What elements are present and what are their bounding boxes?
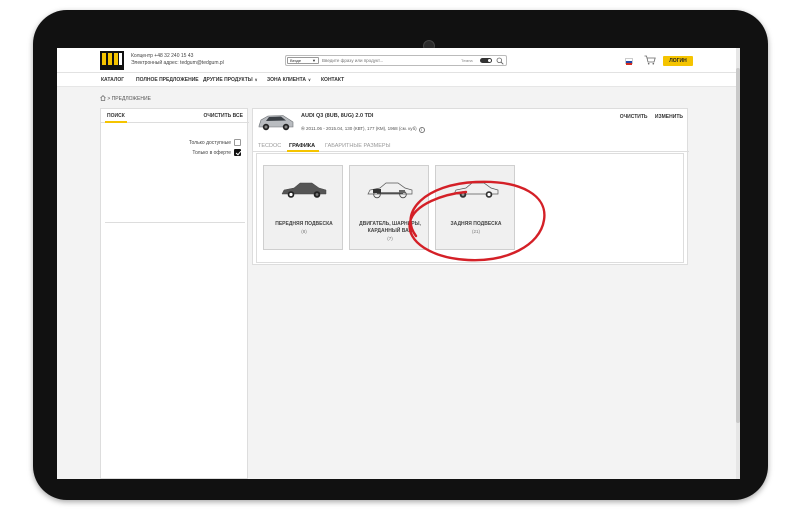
search-icon[interactable] <box>496 57 504 65</box>
category-label: ЗАДНЯЯ ПОДВЕСКА <box>450 221 502 227</box>
category-label-line: ДВИГАТЕЛЬ, ШАРНИРЫ, <box>359 221 421 227</box>
nav-item-contact[interactable]: КОНТАКТ <box>321 77 344 83</box>
category-count: (8) <box>301 229 307 234</box>
clear-all-button[interactable]: ОЧИСТИТЬ ВСЕ <box>203 113 243 119</box>
sidebar-header: ПОИСК ОЧИСТИТЬ ВСЕ <box>101 109 249 123</box>
toggle-label: Темна <box>461 58 473 63</box>
vehicle-specs-text: ✇ 2011.06 - 2015.04, 130 (КВТ), 177 (КМ)… <box>301 126 417 131</box>
chevron-down-icon: ▼ <box>312 58 316 63</box>
tab-dimensions[interactable]: ГАБАРИТНЫЕ РАЗМЕРЫ <box>325 143 390 149</box>
category-count: (21) <box>471 229 480 234</box>
vehicle-title: AUDI Q3 (8UB, 8UG) 2.0 TDI <box>301 113 374 119</box>
checkbox-checked[interactable] <box>234 149 241 156</box>
tab-tecdoc[interactable]: TECDOC <box>258 143 281 149</box>
nav-item-label: КАТАЛОГ <box>101 77 125 83</box>
top-header: Колцентр +48 32 240 15 43 Электронный ад… <box>57 48 740 73</box>
contact-info: Колцентр +48 32 240 15 43 Электронный ад… <box>131 53 224 67</box>
chevron-down-icon: ∨ <box>254 77 258 82</box>
nav-item-client-zone[interactable]: ЗОНА КЛИЕНТА ∨ <box>267 77 311 83</box>
page-scrollbar[interactable] <box>736 48 740 479</box>
sidebar-title[interactable]: ПОИСК <box>107 113 125 119</box>
search-mode-toggle[interactable] <box>480 58 492 63</box>
nav-item-other-products[interactable]: ДРУГИЕ ПРОДУКТЫ ∨ <box>203 77 258 83</box>
search-input[interactable] <box>322 57 442 64</box>
filter-label: Только в оферте <box>192 150 231 156</box>
breadcrumb-separator: > <box>107 96 111 102</box>
nav-item-label: ЗОНА КЛИЕНТА <box>267 77 307 83</box>
vehicle-tabs: TECDOC ГРАФИКА ГАБАРИТНЫЕ РАЗМЕРЫ <box>253 138 689 152</box>
contact-email[interactable]: Электронный адрес: tedgum@tedgum.pl <box>131 60 224 67</box>
breadcrumb: > ПРЕДЛОЖЕНИЕ <box>100 95 151 102</box>
vehicle-specs: ✇ 2011.06 - 2015.04, 130 (КВТ), 177 (КМ)… <box>301 126 425 133</box>
search-scope-select[interactable]: Везде ▼ <box>287 57 319 64</box>
filter-label: Только доступные <box>188 140 231 146</box>
category-label: ДВИГАТЕЛЬ, ШАРНИРЫ, КАРДАННЫЙ ВАЛ <box>350 221 430 235</box>
clear-vehicle-button[interactable]: ОЧИСТИТЬ <box>620 114 648 120</box>
car-silhouette-icon <box>281 182 327 198</box>
category-label-line: КАРДАННЫЙ ВАЛ <box>367 228 413 234</box>
vehicle-actions: ОЧИСТИТЬ ИЗМЕНИТЬ <box>614 114 683 120</box>
filter-available-only[interactable]: Только доступные <box>189 139 241 146</box>
category-label: ПЕРЕДНЯЯ ПОДВЕСКА <box>275 221 333 227</box>
vehicle-photo <box>257 111 295 133</box>
scrollbar-thumb[interactable] <box>736 68 740 423</box>
active-underline <box>105 121 127 123</box>
active-tab-underline <box>287 150 319 152</box>
contact-phone: Колцентр +48 32 240 15 43 <box>131 53 194 59</box>
filter-in-offer-only[interactable]: Только в оферте <box>192 149 241 156</box>
language-flag-icon[interactable] <box>625 58 633 65</box>
search-bar: Везде ▼ Темна <box>285 55 507 66</box>
nav-item-label: ДРУГИЕ ПРОДУКТЫ <box>203 77 253 83</box>
category-grid: ПЕРЕДНЯЯ ПОДВЕСКА (8) ДВИГАТЕЛЬ, ШАРНИРЫ… <box>256 153 684 263</box>
vehicle-panel: AUDI Q3 (8UB, 8UG) 2.0 TDI ✇ 2011.06 - 2… <box>252 108 689 265</box>
divider <box>105 222 245 223</box>
category-card-engine[interactable]: ДВИГАТЕЛЬ, ШАРНИРЫ, КАРДАННЫЙ ВАЛ (7) <box>349 165 429 250</box>
car-drivetrain-icon <box>367 182 413 199</box>
nav-item-catalog[interactable]: КАТАЛОГ <box>101 77 124 83</box>
nav-item-label: ПОЛНОЕ ПРЕДЛОЖЕНИЕ <box>136 77 199 83</box>
change-vehicle-button[interactable]: ИЗМЕНИТЬ <box>655 114 683 120</box>
tedgum-logo[interactable] <box>100 51 124 70</box>
main-nav: КАТАЛОГ ПОЛНОЕ ПРЕДЛОЖЕНИЕ ДРУГИЕ ПРОДУК… <box>57 73 736 87</box>
login-button[interactable]: ЛОГИН <box>663 56 693 66</box>
nav-item-label: КОНТАКТ <box>321 77 345 83</box>
tab-graphics[interactable]: ГРАФИКА <box>289 143 315 149</box>
search-sidebar: ПОИСК ОЧИСТИТЬ ВСЕ Только доступные Толь… <box>100 108 249 479</box>
chevron-down-icon: ∨ <box>308 77 311 82</box>
info-icon[interactable]: i <box>418 127 425 133</box>
category-card-front-suspension[interactable]: ПЕРЕДНЯЯ ПОДВЕСКА (8) <box>263 165 343 250</box>
checkbox[interactable] <box>234 139 241 146</box>
nav-item-full-offer[interactable]: ПОЛНОЕ ПРЕДЛОЖЕНИЕ <box>136 77 199 83</box>
home-icon[interactable] <box>100 95 106 101</box>
breadcrumb-current: ПРЕДЛОЖЕНИЕ <box>111 96 151 102</box>
category-card-rear-suspension[interactable]: ЗАДНЯЯ ПОДВЕСКА (21) <box>435 165 515 250</box>
car-outline-icon <box>453 182 499 198</box>
category-count: (7) <box>387 236 393 241</box>
search-scope-label: Везде <box>290 58 302 63</box>
cart-icon[interactable] <box>644 55 656 65</box>
screen: Колцентр +48 32 240 15 43 Электронный ад… <box>57 48 740 479</box>
